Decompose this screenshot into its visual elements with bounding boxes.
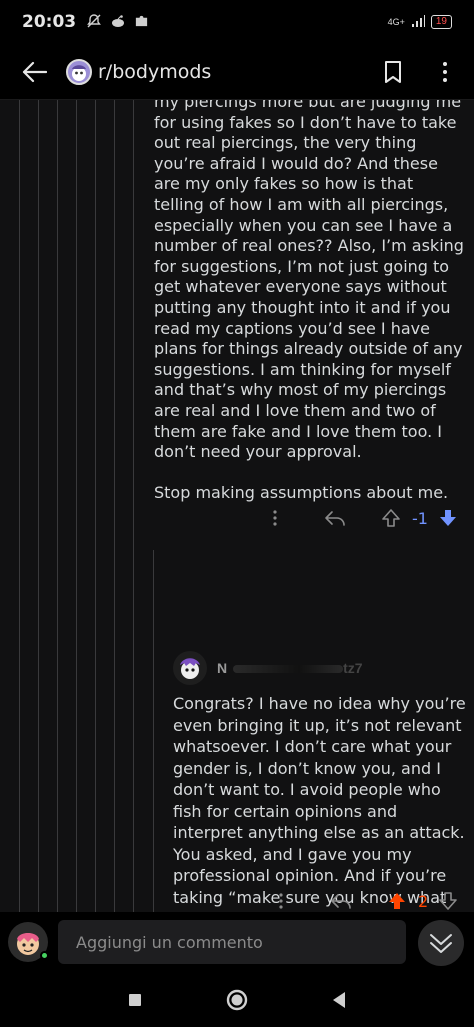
downvote-button[interactable] (436, 888, 460, 912)
comment-input[interactable]: Aggiungi un commento (58, 920, 406, 964)
my-avatar[interactable] (8, 922, 49, 962)
save-button[interactable] (380, 59, 406, 85)
status-time: 20:03 (22, 12, 77, 32)
back-nav-button[interactable] (324, 985, 354, 1015)
thread-line[interactable] (114, 100, 115, 912)
header-actions (380, 59, 458, 85)
puzzle-icon (134, 13, 149, 32)
status-bar: 20:03 4G+ 19 (0, 0, 474, 44)
upvote-button[interactable] (384, 888, 410, 912)
battery-indicator: 19 (430, 15, 452, 29)
comment-header: Ntz7 (173, 651, 363, 685)
triangle-back-icon (333, 991, 345, 1008)
comment-body: Congrats? I have no idea why you’re even… (173, 693, 468, 912)
system-nav-bar (0, 972, 474, 1027)
more-vertical-icon (279, 893, 283, 909)
thread-line[interactable] (38, 100, 39, 912)
compose-bar: Aggiungi un commento (0, 912, 474, 972)
downvote-arrow-icon (439, 510, 456, 526)
user-avatar[interactable] (173, 651, 207, 685)
vote-count: -1 (412, 508, 428, 528)
reply-button[interactable] (328, 888, 354, 912)
comment-paragraph: Congrats? I have no idea why you’re even… (173, 694, 466, 912)
comment-paragraph: my piercings more but are judging me for… (154, 100, 464, 462)
signal-icon (411, 14, 425, 30)
app-header: r/bodymods (0, 44, 474, 100)
reply-icon (325, 511, 345, 526)
upvote-arrow-icon (382, 509, 400, 527)
comment-more-button[interactable] (266, 505, 284, 531)
reply-button[interactable] (322, 505, 348, 531)
comment-more-button[interactable] (272, 888, 290, 912)
back-button[interactable] (16, 54, 52, 90)
reply-icon (331, 894, 351, 909)
double-chevron-down-icon (430, 934, 452, 953)
comment-body: my piercings more but are judging me for… (154, 100, 466, 504)
subreddit-name[interactable]: r/bodymods (98, 61, 211, 83)
username-redacted (233, 665, 344, 674)
upvote-button[interactable] (378, 505, 404, 531)
more-options-button[interactable] (432, 59, 458, 85)
upvote-arrow-icon (389, 893, 405, 909)
subreddit-avatar[interactable] (66, 58, 92, 85)
bookmark-icon (385, 60, 401, 83)
thread-line[interactable] (19, 100, 20, 912)
thread-line[interactable] (95, 100, 96, 912)
comment-paragraph: Stop making assumptions about me. (154, 483, 449, 503)
more-vertical-icon (443, 61, 447, 82)
square-icon (129, 993, 141, 1006)
comment-actions: -1 (266, 505, 460, 531)
username-visible: N (217, 660, 228, 676)
mute-icon (86, 13, 102, 32)
comment-username[interactable]: Ntz7 (217, 660, 363, 676)
comment-actions: 2 (272, 888, 460, 912)
thread-line[interactable] (57, 100, 58, 912)
thread-line[interactable] (153, 550, 154, 912)
home-button[interactable] (222, 985, 252, 1015)
comment-thread: my piercings more but are judging me for… (0, 100, 474, 912)
recents-button[interactable] (120, 985, 150, 1015)
status-notification-icons (86, 13, 149, 32)
online-status-dot (40, 951, 49, 960)
reddit-icon (110, 13, 126, 32)
network-label: 4G+ (387, 16, 405, 27)
username-tail: tz7 (343, 660, 363, 676)
collapse-thread-button[interactable] (418, 920, 464, 966)
circle-home-icon (226, 989, 248, 1010)
downvote-arrow-icon (439, 892, 457, 910)
status-right: 4G+ 19 (387, 14, 452, 30)
back-arrow-icon (22, 61, 47, 82)
downvote-button[interactable] (436, 505, 460, 531)
more-vertical-icon (273, 510, 277, 526)
vote-count: 2 (418, 891, 429, 911)
thread-line[interactable] (133, 100, 134, 912)
thread-line[interactable] (76, 100, 77, 912)
